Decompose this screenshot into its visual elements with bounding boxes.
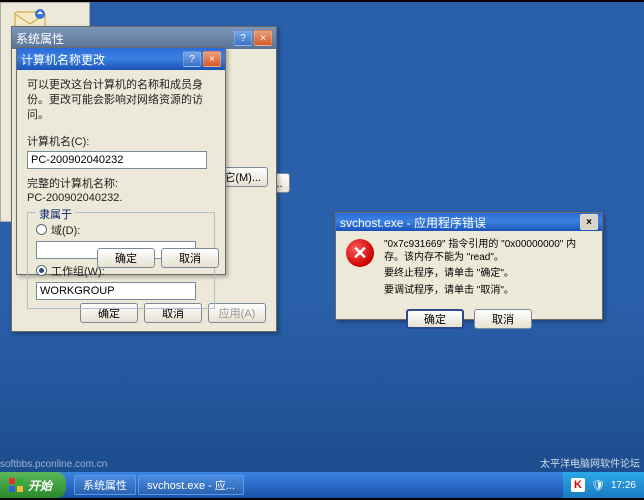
computer-name-label: 计算机名(C): — [27, 133, 215, 149]
windows-logo-icon — [8, 477, 24, 493]
domain-radio[interactable] — [36, 224, 47, 235]
computer-name-input[interactable] — [27, 151, 207, 169]
rename-cancel-button[interactable]: 取消 — [161, 248, 219, 268]
rename-titlebar[interactable]: 计算机名称更改 ? × — [17, 48, 225, 70]
error-title: svchost.exe - 应用程序错误 — [340, 214, 486, 231]
error-dialog: svchost.exe - 应用程序错误 × ✕ "0x7c931669" 指令… — [335, 212, 603, 320]
sysprops-title: 系统属性 — [16, 30, 64, 47]
help-button[interactable]: ? — [183, 51, 201, 67]
rename-dialog: 计算机名称更改 ? × 可以更改这台计算机的名称和成员身份。更改可能会影响对网络… — [16, 47, 226, 275]
error-line-3: 要调试程序，请单击 "取消"。 — [384, 285, 592, 298]
error-ok-button[interactable]: 确定 — [406, 309, 464, 329]
task-item-label: 系统属性 — [83, 477, 127, 493]
taskbar: 开始 系统属性 svchost.exe - 应... K 🛡 17:26 — [0, 472, 644, 498]
error-icon: ✕ — [346, 239, 374, 267]
system-tray[interactable]: K 🛡 17:26 — [563, 472, 644, 498]
full-name-value: PC-200902040232. — [27, 192, 215, 204]
workgroup-radio[interactable] — [36, 265, 47, 276]
domain-label: 域(D): — [51, 222, 80, 238]
task-item-error[interactable]: svchost.exe - 应... — [138, 475, 244, 495]
workgroup-input[interactable] — [36, 282, 196, 300]
rename-title: 计算机名称更改 — [21, 51, 105, 68]
start-label: 开始 — [28, 477, 52, 494]
error-text: "0x7c931669" 指令引用的 "0x00000000" 内存。该内存不能… — [384, 239, 592, 301]
error-titlebar[interactable]: svchost.exe - 应用程序错误 × — [336, 213, 602, 231]
clock[interactable]: 17:26 — [611, 480, 636, 491]
error-line-1: "0x7c931669" 指令引用的 "0x00000000" 内存。该内存不能… — [384, 239, 592, 264]
member-legend: 隶属于 — [36, 206, 75, 222]
sysprops-titlebar[interactable]: 系统属性 ? × — [12, 27, 276, 49]
taskbar-items: 系统属性 svchost.exe - 应... — [74, 475, 244, 495]
task-item-label: svchost.exe - 应... — [147, 477, 235, 493]
help-button[interactable]: ? — [234, 30, 252, 46]
close-button[interactable]: × — [254, 30, 272, 46]
rename-ok-button[interactable]: 确定 — [97, 248, 155, 268]
watermark-url: softbbs.pconline.com.cn — [0, 459, 107, 470]
task-item-sysprops[interactable]: 系统属性 — [74, 475, 136, 495]
shield-icon[interactable]: 🛡 — [591, 478, 605, 492]
rename-description: 可以更改这台计算机的名称和成员身份。更改可能会影响对网络资源的访问。 — [27, 78, 215, 123]
error-line-2: 要终止程序，请单击 "确定"。 — [384, 268, 592, 281]
close-button[interactable]: × — [203, 51, 221, 67]
error-cancel-button[interactable]: 取消 — [474, 309, 532, 329]
full-name-label: 完整的计算机名称: — [27, 175, 215, 191]
watermark-text: 太平洋电脑网软件论坛 — [540, 455, 640, 470]
close-button[interactable]: × — [580, 214, 598, 230]
start-button[interactable]: 开始 — [0, 472, 66, 498]
antivirus-icon[interactable]: K — [571, 478, 585, 492]
desktop: 远程 ary's 络 ID(N)... 系统属性 ? × 其它(M)... 确定… — [0, 2, 644, 498]
